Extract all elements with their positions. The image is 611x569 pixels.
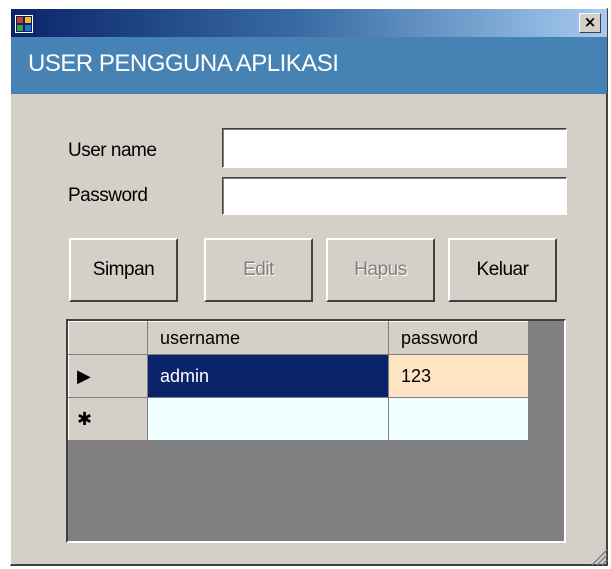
cell-username[interactable]: admin — [147, 354, 389, 398]
keluar-button[interactable]: Keluar — [448, 238, 557, 302]
password-label: Password — [68, 185, 148, 206]
title-bar[interactable]: × — [11, 9, 607, 37]
grid-corner-header — [68, 321, 148, 355]
new-row[interactable]: ✱ — [68, 397, 529, 441]
cell-username-new[interactable] — [147, 397, 389, 441]
close-button[interactable]: × — [579, 13, 601, 33]
grid-header-row: username password — [68, 321, 529, 355]
username-input[interactable] — [222, 128, 567, 168]
grid-table: username password ▶ admin 123 ✱ — [68, 321, 529, 441]
new-row-indicator-icon[interactable]: ✱ — [68, 397, 148, 441]
current-row-indicator-icon[interactable]: ▶ — [68, 354, 148, 398]
cell-password[interactable]: 123 — [388, 354, 529, 398]
cell-password-new[interactable] — [388, 397, 529, 441]
simpan-button[interactable]: Simpan — [69, 238, 178, 302]
windows-form-icon — [15, 15, 33, 33]
column-header-username[interactable]: username — [147, 321, 389, 355]
column-header-password[interactable]: password — [388, 321, 529, 355]
password-input[interactable] — [222, 177, 567, 215]
page-title: USER PENGGUNA APLIKASI — [28, 50, 339, 77]
resize-grip-icon[interactable] — [588, 546, 608, 566]
close-icon: × — [583, 13, 597, 31]
hapus-button[interactable]: Hapus — [326, 238, 435, 302]
edit-button[interactable]: Edit — [204, 238, 313, 302]
user-data-grid[interactable]: username password ▶ admin 123 ✱ — [66, 319, 566, 543]
table-row[interactable]: ▶ admin 123 — [68, 354, 529, 398]
username-label: User name — [68, 140, 157, 161]
